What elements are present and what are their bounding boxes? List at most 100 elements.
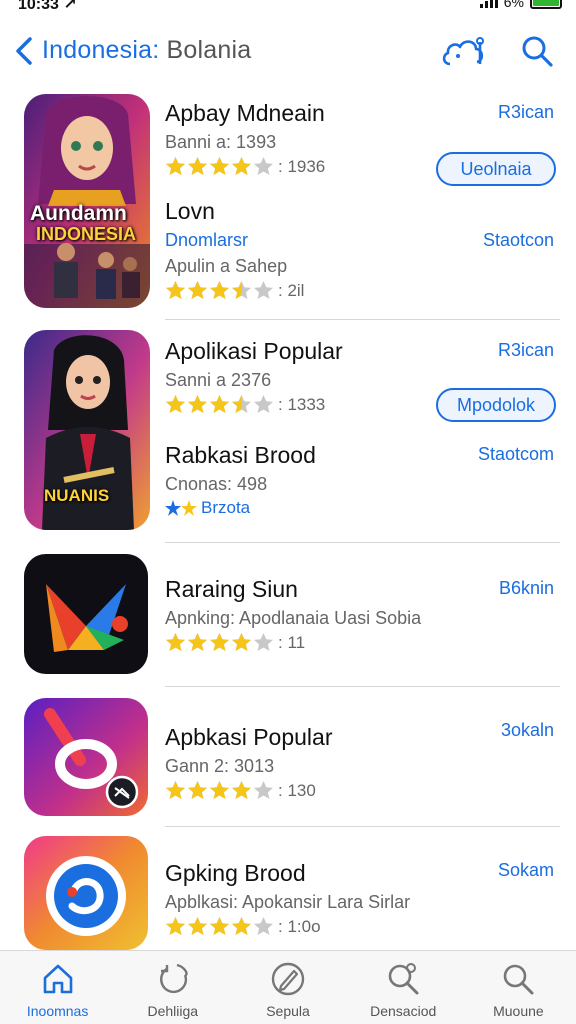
app-name: Apbkasi Popular [165,724,333,750]
app-rating: : 1936 [165,156,325,177]
title-rest: Bolania [159,36,252,64]
star-icon [210,281,229,299]
star-icon [210,633,229,651]
star-rating [165,632,274,653]
tab-label: Densaciod [370,1003,437,1019]
star-icon [188,281,207,299]
action-link-secondary[interactable]: Staotcon [483,230,554,251]
star-icon [232,395,251,413]
star-icon [254,917,273,935]
app-icon-raraing[interactable] [24,554,148,674]
search-icon[interactable] [520,34,554,68]
action-link[interactable]: R3ican [498,102,554,123]
star-icon [166,781,185,799]
app-subtitle: Apnking: Apodlanaia Uasi Sobia [165,608,422,628]
app-icon-aundamn[interactable] [24,94,150,308]
search-icon [504,964,534,995]
tab-label: Inoomnas [26,1003,89,1019]
star-icon [166,281,185,299]
app-name: Raraing Siun [165,576,298,602]
rating-count: : 1:0o [278,916,321,936]
list-item[interactable]: Apbkasi Popular Gann 2: 3013 : 130 3okal… [0,696,576,827]
rating-count: : 1333 [278,394,326,414]
star-icon [232,917,251,935]
app-developer[interactable]: Dnomlarsr [165,230,248,251]
star-icon [210,157,229,175]
list-item[interactable]: Gpking Brood Apblkasi: Apokansir Lara Si… [0,836,576,950]
app-rating-secondary: : 2il [165,280,304,301]
app-name-secondary: Lovn [165,198,215,224]
tab-label: Dehliiga [147,1003,199,1019]
app-subtitle: Banni a: 1393 [165,132,277,152]
chevron-left-icon[interactable] [12,36,36,66]
action-link-secondary[interactable]: Staotcom [478,444,554,465]
star-icon [188,633,207,651]
tab-label: Muoune [493,1003,544,1019]
star-icon [254,281,273,299]
tab-refresh[interactable]: Dehliiga [115,951,230,1024]
app-rating: : 130 [165,780,316,801]
action-link[interactable]: 3okaln [501,720,554,741]
rating-count: : 11 [278,632,306,652]
app-rating: : 1:0o [165,916,321,937]
rating-count: : 1936 [278,156,326,176]
list-item[interactable]: Raraing Siun Apnking: Apodlanaia Uasi So… [0,552,576,687]
star-icon [166,633,185,651]
tab-discover[interactable]: Densaciod [346,951,461,1024]
home-icon [43,964,72,994]
tab-search[interactable]: Muoune [461,951,576,1024]
star-icon [254,395,273,413]
get-button[interactable]: Ueolnaia [436,152,556,186]
star-icon [166,395,185,413]
app-rating: : 11 [165,632,305,653]
divider [165,542,560,543]
action-link[interactable]: Sokam [498,860,554,881]
app-subtitle: Apblkasi: Apokansir Lara Sirlar [165,892,411,912]
rating-count: : 2il [278,280,305,300]
icon-caption: NUANIS [44,486,110,505]
battery-icon [530,0,562,9]
search-star-icon [388,963,419,995]
star-rating [165,780,274,801]
status-right: 6% [479,0,562,10]
star-rating [165,280,274,301]
tab-home[interactable]: Inoomnas [0,951,115,1024]
star-icon [166,917,185,935]
divider [165,686,560,687]
back-label: Indonesia: [42,36,160,64]
icon-caption-bottom: INDONESIA [36,224,137,244]
star-icon [254,633,273,651]
star-icon [232,781,251,799]
page-title[interactable]: Indonesia: Bolania [42,36,251,65]
divider [165,826,560,827]
category-label[interactable]: Brzota [201,498,250,518]
star-icon [254,157,273,175]
app-subtitle: Sanni a 2376 [165,370,272,390]
list-item[interactable]: NUANIS Apolikasi Popular Sanni a 2376 : … [0,326,576,543]
status-bar: 10:33 ↗ 6% [0,0,576,14]
star-icon [166,157,185,175]
star-icon [210,395,229,413]
app-name: Apolikasi Popular [165,338,343,364]
star-icon [188,781,207,799]
get-button[interactable]: Mpodolok [436,388,556,422]
star-icon [254,781,273,799]
list-item[interactable]: Aundamn INDONESIA Apbay Mdneain Banni a:… [0,86,576,320]
star-icon [210,781,229,799]
tab-label: Sepula [266,1003,310,1019]
app-name: Apbay Mdneain [165,100,325,126]
action-link[interactable]: R3ican [498,340,554,361]
app-category: Brzota [165,498,250,518]
battery-percent: 6% [503,0,524,10]
status-time: 10:33 ↗ [18,0,77,13]
action-link[interactable]: B6knin [499,578,554,599]
app-subtitle: Gann 2: 3013 [165,756,275,776]
app-icon-gpking[interactable] [24,836,148,950]
stars-icon [165,500,197,516]
app-name-secondary: Rabkasi Brood [165,442,316,468]
tab-pen[interactable]: Sepula [230,951,345,1024]
star-icon [188,395,207,413]
app-icon-apbkasi[interactable] [24,698,148,816]
star-icon [232,633,251,651]
cloud-icon[interactable] [440,34,490,70]
